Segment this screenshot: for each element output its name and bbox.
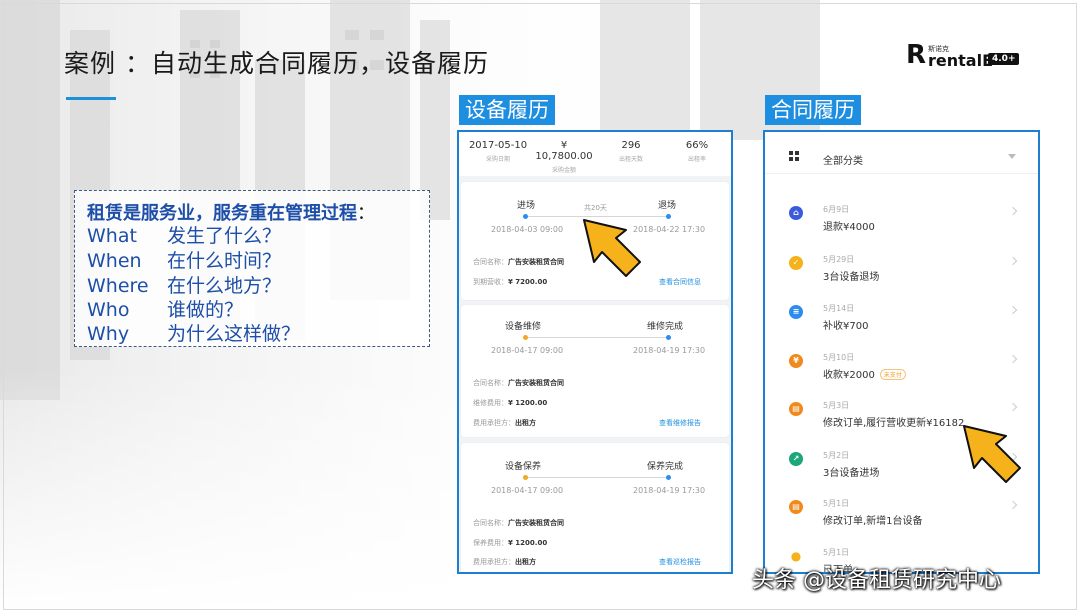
chevron-right-icon: [1008, 500, 1018, 510]
stat-rent-days: 296 出租天数: [618, 140, 643, 163]
view-contract-link[interactable]: 查看合同信息: [659, 277, 701, 287]
timeline-end-dot: [666, 335, 671, 340]
history-item[interactable]: ≡ 5月14日 补收¥700: [765, 297, 1038, 345]
card-row-contract: 合同名称：广告安装租赁合同: [473, 379, 564, 387]
timeline-end-dot: [666, 475, 671, 480]
device-history-panel: 2017-05-10 采购日期 ¥ 10,7800.00 采购金额 296 出租天数 …: [457, 130, 733, 574]
view-inspection-report-link[interactable]: 查看巡检报告: [659, 557, 701, 567]
history-date: 5月3日: [823, 401, 850, 410]
device-history-header: 设备履历: [459, 95, 555, 125]
watermark: 头条 @设备租赁研究中心: [752, 568, 1001, 593]
list-icon: ≡: [789, 305, 803, 319]
doc-icon: ▤: [789, 500, 803, 514]
event-start-label: 设备保养: [505, 462, 542, 472]
history-item[interactable]: ✓ 5月29日 3台设备退场: [765, 248, 1038, 296]
pointer-arrow-icon: [583, 219, 641, 277]
intro-row-what: What 发生了什么？: [87, 225, 282, 247]
history-date: 5月1日: [823, 548, 850, 557]
stat-purchase-date: 2017-05-10 采购日期: [468, 140, 528, 163]
chevron-down-icon[interactable]: [1008, 154, 1016, 159]
intro-row-who: Who 谁做的？: [87, 299, 244, 321]
card-row-payer: 费用承担方：出租方: [473, 558, 536, 566]
title-underline: [66, 97, 116, 100]
slide-title: 案例 ：自动生成合同履历，设备履历: [64, 49, 489, 78]
history-text: 补收¥700: [823, 321, 869, 332]
enter-icon: ↗: [789, 452, 803, 466]
history-text: 修改订单,新增1台设备: [823, 516, 923, 527]
event-end-label: 保养完成: [647, 462, 684, 472]
logo-brand: rentalE: [928, 51, 993, 70]
event-end-label: 维修完成: [647, 322, 684, 332]
intro-box: 租赁是服务业，服务重在管理过程： What 发生了什么？ When 在什么时间？ W…: [74, 190, 430, 347]
event-end-date: 2018-04-19 17:30: [633, 346, 706, 355]
event-start-label: 进场: [517, 201, 536, 211]
event-start-label: 设备维修: [505, 322, 542, 332]
card-row-revenue: 到期营收：¥ 7200.00: [473, 278, 548, 286]
logo-version: 4.0+: [988, 53, 1020, 65]
history-date: 5月14日: [823, 304, 855, 313]
timeline-line: [525, 216, 669, 217]
logo-mark: R: [906, 40, 927, 70]
view-repair-report-link[interactable]: 查看维修报告: [659, 418, 701, 428]
intro-row-when: When 在什么时间？: [87, 250, 282, 272]
intro-row-why: Why 为什么这样做？: [87, 323, 301, 345]
dot-icon: ●: [790, 549, 802, 563]
chevron-right-icon: [1008, 402, 1018, 412]
device-event-card[interactable]: 设备保养 保养完成 2018-04-17 09:00 2018-04-19 17…: [461, 443, 729, 572]
rentale-logo: R 斯诺克 rentalE 4.0+: [906, 40, 1021, 70]
event-duration: 共20天: [581, 203, 610, 213]
chevron-right-icon: [1008, 256, 1018, 266]
event-start-date: 2018-04-03 09:00: [491, 225, 564, 234]
card-row-contract: 合同名称：广告安装租赁合同: [473, 519, 564, 527]
intro-row-where: Where 在什么地方？: [87, 275, 282, 297]
history-item[interactable]: ▤ 5月1日 修改订单,新增1台设备: [765, 492, 1038, 540]
history-text: 修改订单,履行营收更新¥16182: [823, 418, 965, 429]
history-text: 3台设备退场: [823, 272, 880, 283]
event-start-date: 2018-04-17 09:00: [491, 346, 564, 355]
event-start-date: 2018-04-17 09:00: [491, 486, 564, 495]
history-item[interactable]: ¥ 5月10日 收款¥2000 未支付: [765, 346, 1038, 394]
card-row-payer: 费用承担方：出租方: [473, 419, 536, 427]
money-icon: ¥: [789, 354, 803, 368]
chevron-right-icon: [1008, 305, 1018, 315]
timeline-start-dot: [523, 475, 528, 480]
timeline-line: [525, 337, 669, 338]
pointer-arrow-icon: [963, 425, 1021, 483]
timeline-end-dot: [666, 214, 671, 219]
contract-history-header: 合同履历: [765, 95, 861, 125]
category-label: 全部分类: [823, 156, 863, 167]
grid-icon: [789, 151, 799, 161]
history-date: 5月10日: [823, 353, 855, 362]
history-text: 退款¥4000: [823, 222, 875, 233]
history-date: 5月1日: [823, 499, 850, 508]
unpaid-badge: 未支付: [879, 369, 906, 380]
contract-history-panel: 全部分类 ⌂ 6月9日 退款¥4000 ✓ 5月29日 3台设备退场 ≡ 5月1…: [763, 130, 1040, 574]
category-filter[interactable]: 全部分类: [765, 132, 1038, 174]
timeline-start-dot: [523, 214, 528, 219]
card-row-cost: 保养费用：¥ 1200.00: [473, 539, 548, 547]
device-stats: 2017-05-10 采购日期 ¥ 10,7800.00 采购金额 296 出租天数 …: [459, 132, 731, 176]
history-text: 收款¥2000 未支付: [823, 366, 906, 381]
card-row-cost: 维修费用：¥ 1200.00: [473, 399, 548, 407]
device-event-card[interactable]: 设备维修 维修完成 2018-04-17 09:00 2018-04-19 17…: [461, 305, 729, 437]
history-date: 5月2日: [823, 451, 850, 460]
chevron-right-icon: [1008, 354, 1018, 364]
stat-rent-rate: 66% 出租率: [685, 140, 709, 163]
history-date: 6月9日: [823, 205, 850, 214]
history-date: 5月29日: [823, 255, 855, 264]
check-icon: ✓: [789, 256, 803, 270]
chevron-right-icon: [1008, 206, 1018, 216]
doc-icon: ▤: [789, 402, 803, 416]
event-end-label: 退场: [658, 201, 677, 211]
card-row-contract: 合同名称：广告安装租赁合同: [473, 258, 564, 266]
timeline-line: [525, 477, 669, 478]
event-end-date: 2018-04-19 17:30: [633, 486, 706, 495]
event-end-date: 2018-04-22 17:30: [633, 225, 706, 234]
home-icon: ⌂: [789, 206, 803, 220]
stat-purchase-amount: ¥ 10,7800.00 采购金额: [535, 140, 593, 174]
timeline-start-dot: [523, 335, 528, 340]
history-text: 3台设备进场: [823, 468, 880, 479]
history-item[interactable]: ⌂ 6月9日 退款¥4000: [765, 198, 1038, 246]
